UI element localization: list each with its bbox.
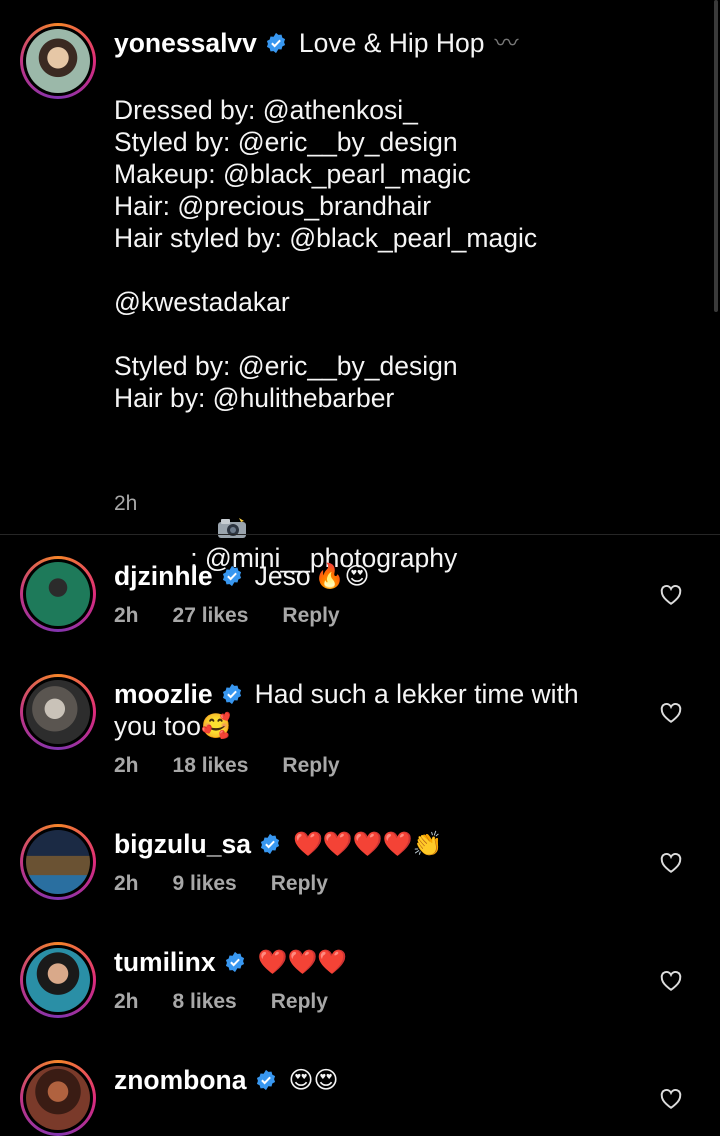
comment-username[interactable]: moozlie [114,678,213,710]
reply-button[interactable]: Reply [271,868,328,900]
caption-title: Love & Hip Hop [298,28,485,58]
caption-title-emoji: 〰 [494,29,519,57]
heart-outline-icon[interactable] [658,968,684,992]
verified-badge-icon [259,833,281,855]
comment-body: djzinhle Jeso 🔥😍 2h 27 likes Reply [114,560,634,632]
caption-line: @kwestadakar [114,287,290,317]
caption-author-avatar[interactable] [20,23,96,99]
post-caption: yonessalvv Love & Hip Hop 〰 Dressed by: … [0,0,720,573]
comment-likes[interactable]: 27 likes [173,600,249,632]
commenter-avatar[interactable] [20,1060,96,1136]
verified-badge-icon [224,951,246,973]
comment-body: tumilinx ❤️❤️❤️ 2h 8 likes Reply [114,946,634,1018]
comment-emoji: 🔥😍 [314,562,370,590]
comment-body: znombona 😍😍 [114,1064,634,1096]
comment-text-continued: you too [114,711,201,741]
heart-outline-icon[interactable] [658,582,684,606]
caption-photo-credit: : @mini__photography [114,446,704,573]
reply-button[interactable]: Reply [282,600,339,632]
caption-line [114,254,704,286]
heart-outline-icon[interactable] [658,1086,684,1110]
caption-line [114,318,704,350]
caption-line: Dressed by: @athenkosi_ [114,95,418,125]
comment-likes[interactable]: 8 likes [173,986,237,1018]
verified-badge-icon [221,565,243,587]
caption-line: Hair: @precious_brandhair [114,191,432,221]
commenter-avatar[interactable] [20,674,96,750]
comment-username[interactable]: znombona [114,1064,247,1096]
comment-emoji: 😍😍 [288,1066,339,1094]
caption-username[interactable]: yonessalvv [114,27,257,59]
comment-emoji: ❤️❤️❤️❤️👏 [292,830,443,858]
caption-body: yonessalvv Love & Hip Hop 〰 Dressed by: … [114,24,704,573]
comment-text: Had such a lekker time with [254,679,579,709]
comment-emoji: ❤️❤️❤️ [257,948,348,976]
caption-header: yonessalvv Love & Hip Hop 〰 [114,24,704,62]
commenter-avatar[interactable] [20,556,96,632]
comment-username[interactable]: bigzulu_sa [114,828,251,860]
caption-line: Hair styled by: @black_pearl_magic [114,223,538,253]
comment-timestamp: 2h [114,990,139,1013]
comment-username[interactable]: tumilinx [114,946,216,978]
commenter-avatar[interactable] [20,824,96,900]
comment-body: bigzulu_sa ❤️❤️❤️❤️👏 2h 9 likes Reply [114,828,634,900]
comment-timestamp: 2h [114,872,139,895]
camera-flash-icon [158,482,247,538]
comment-likes[interactable]: 9 likes [173,868,237,900]
caption-line: Hair by: @hulithebarber [114,383,395,413]
divider [0,534,720,535]
reply-button[interactable]: Reply [282,750,339,782]
comment-body: moozlie Had such a lekker time with you … [114,678,634,782]
caption-line [114,414,704,446]
reply-button[interactable]: Reply [271,986,328,1018]
comment-emoji: 🥰 [200,712,231,740]
comment-timestamp: 2h [114,604,139,627]
heart-outline-icon[interactable] [658,850,684,874]
caption-line: Styled by: @eric__by_design [114,127,458,157]
heart-outline-icon[interactable] [658,700,684,724]
comment-text: Jeso [254,561,311,591]
verified-badge-icon [255,1069,277,1091]
caption-line: Makeup: @black_pearl_magic [114,159,471,189]
commenter-avatar[interactable] [20,942,96,1018]
comment-timestamp: 2h [114,754,139,777]
caption-line: Styled by: @eric__by_design [114,351,458,381]
verified-badge-icon [265,32,287,54]
verified-badge-icon [221,683,243,705]
comment-username[interactable]: djzinhle [114,560,213,592]
comment-likes[interactable]: 18 likes [173,750,249,782]
